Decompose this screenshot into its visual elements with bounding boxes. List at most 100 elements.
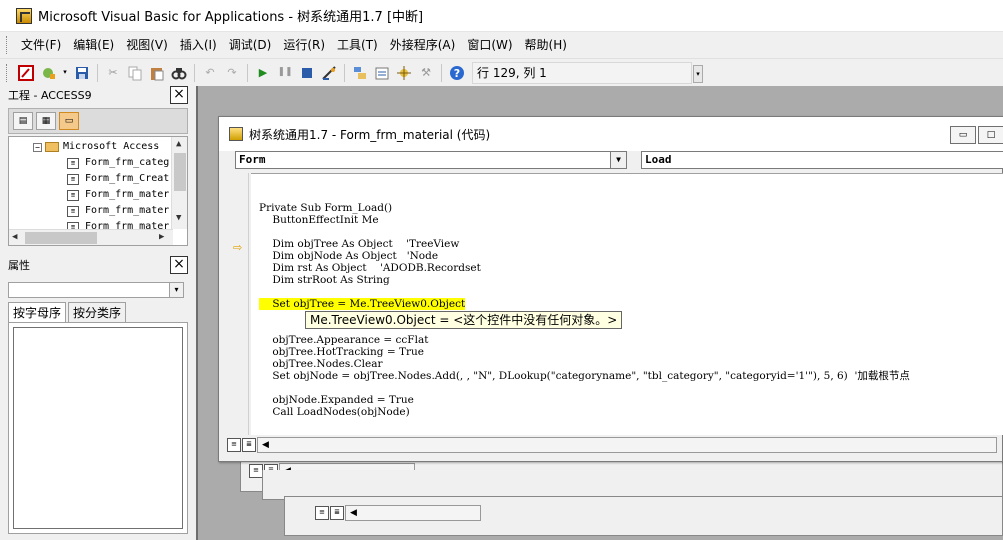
code-line[interactable]: Set objNode = objTree.Nodes.Add(, , "N",…: [259, 370, 910, 382]
paste-icon[interactable]: [148, 64, 166, 82]
svg-text:?: ?: [454, 67, 460, 80]
current-statement-line[interactable]: Set objTree = Me.TreeView0.Object: [259, 298, 466, 310]
code-window-title-bar[interactable]: 树系统通用1.7 - Form_frm_material (代码) ▭ □: [219, 117, 1003, 151]
toolbar-separator: [97, 63, 98, 82]
breakpoint-margin[interactable]: [227, 173, 249, 435]
object-combo-value: Form: [239, 153, 266, 166]
object-browser-icon[interactable]: [395, 64, 413, 82]
toolbar-grip[interactable]: [6, 63, 9, 82]
code-window-bottom-bar: ≡ ≣ ◀: [227, 435, 1003, 455]
project-explorer-icon[interactable]: [351, 64, 369, 82]
code-line[interactable]: objTree.HotTracking = True: [259, 346, 424, 358]
code-line[interactable]: objNode.Expanded = True: [259, 394, 414, 406]
code-window[interactable]: 树系统通用1.7 - Form_frm_material (代码) ▭ □ Fo…: [218, 116, 1003, 462]
find-icon[interactable]: [170, 64, 188, 82]
menu-file[interactable]: 文件(F): [15, 34, 67, 56]
break-icon[interactable]: ❚❚: [276, 64, 294, 82]
scroll-thumb[interactable]: [174, 153, 186, 191]
design-mode-icon[interactable]: [320, 64, 338, 82]
menu-view[interactable]: 视图(V): [120, 34, 174, 56]
properties-panel-header: 属性 ×: [8, 256, 188, 274]
tree-item[interactable]: ≡ Form_frm_mater: [67, 187, 169, 203]
redo-icon[interactable]: ↷: [223, 64, 241, 82]
procedure-view-icon[interactable]: ≡: [227, 438, 241, 452]
tree-root-label: Microsoft Access: [63, 141, 160, 152]
code-line[interactable]: objTree.Appearance = ccFlat: [259, 334, 428, 346]
project-panel-close-button[interactable]: ×: [170, 86, 188, 104]
toolbar-separator: [194, 63, 195, 82]
save-icon[interactable]: [73, 64, 91, 82]
undo-icon[interactable]: ↶: [201, 64, 219, 82]
view-access-icon[interactable]: [17, 64, 35, 82]
chevron-down-icon[interactable]: ▾: [169, 283, 183, 297]
tree-item-label: Form_frm_mater: [85, 205, 170, 216]
properties-panel-close-button[interactable]: ×: [170, 256, 188, 274]
insert-module-icon[interactable]: [39, 64, 57, 82]
horizontal-scrollbar[interactable]: ◀: [257, 437, 997, 453]
full-module-view-icon[interactable]: ≣: [242, 438, 256, 452]
form-module-icon: ≡: [67, 205, 79, 217]
code-editor[interactable]: Private Sub Form_Load() ButtonEffectInit…: [251, 173, 1003, 435]
project-tree-hscroll[interactable]: ◀ ▶: [9, 229, 173, 245]
collapse-icon[interactable]: −: [33, 142, 42, 152]
execution-pointer-icon: ⇨: [233, 241, 243, 254]
menu-tools[interactable]: 工具(T): [331, 34, 384, 56]
procedure-view-icon[interactable]: ≡: [315, 506, 329, 520]
toolbar-options-icon[interactable]: ▾: [693, 64, 703, 83]
tree-item[interactable]: ≡ Form_frm_Creat: [67, 171, 169, 187]
menubar-grip[interactable]: [6, 36, 9, 54]
tree-item[interactable]: ≡ Form_frm_categ: [67, 155, 169, 171]
menu-edit[interactable]: 编辑(E): [67, 34, 120, 56]
view-code-icon[interactable]: ▤: [13, 112, 33, 130]
scroll-left-icon[interactable]: ◀: [345, 505, 481, 521]
toggle-folders-icon[interactable]: ▭: [59, 112, 79, 130]
maximize-button[interactable]: □: [978, 126, 1003, 144]
scroll-left-icon[interactable]: ◀: [12, 232, 17, 242]
scroll-thumb[interactable]: [25, 232, 97, 244]
chevron-down-icon[interactable]: ▼: [610, 152, 626, 168]
project-tree-vscroll[interactable]: ▲ ▼: [171, 137, 187, 229]
code-line[interactable]: ButtonEffectInit Me: [259, 214, 378, 226]
menu-insert[interactable]: 插入(I): [174, 34, 223, 56]
properties-object-select[interactable]: ▾: [8, 282, 184, 298]
code-line[interactable]: Dim objTree As Object 'TreeView: [259, 238, 459, 250]
menu-run[interactable]: 运行(R): [277, 34, 331, 56]
scroll-right-icon[interactable]: ▶: [159, 232, 164, 242]
toolbox-icon[interactable]: ⚒: [417, 64, 435, 82]
scroll-up-icon[interactable]: ▲: [176, 139, 181, 149]
full-module-view-icon[interactable]: ≣: [330, 506, 344, 520]
code-line[interactable]: Call LoadNodes(objNode): [259, 406, 409, 418]
code-line[interactable]: Dim objNode As Object 'Node: [259, 250, 438, 262]
code-line[interactable]: objTree.Nodes.Clear: [259, 358, 382, 370]
procedure-combo[interactable]: Load: [641, 151, 1003, 169]
help-icon[interactable]: ?: [448, 64, 466, 82]
scroll-down-icon[interactable]: ▼: [176, 213, 181, 223]
view-object-icon[interactable]: ▦: [36, 112, 56, 130]
procedure-combo-value: Load: [645, 153, 672, 166]
menu-debug[interactable]: 调试(D): [223, 34, 278, 56]
tab-categorized[interactable]: 按分类序: [68, 302, 127, 322]
menu-addins[interactable]: 外接程序(A): [384, 34, 462, 56]
code-line[interactable]: Dim rst As Object 'ADODB.Recordset: [259, 262, 480, 274]
project-tree: − Microsoft Access ≡ Form_frm_categ ≡ Fo…: [8, 136, 188, 246]
menu-help[interactable]: 帮助(H): [519, 34, 573, 56]
background-code-window[interactable]: ≡ ≣ ◀: [284, 496, 1003, 536]
toolbar-separator: [441, 63, 442, 82]
cut-icon[interactable]: ✂: [104, 64, 122, 82]
tree-item[interactable]: ≡ Form_frm_mater: [67, 203, 169, 219]
tab-alphabetic[interactable]: 按字母序: [8, 302, 67, 322]
code-line[interactable]: Dim strRoot As String: [259, 274, 389, 286]
reset-icon[interactable]: [298, 64, 316, 82]
menu-window[interactable]: 窗口(W): [461, 34, 518, 56]
copy-icon[interactable]: [126, 64, 144, 82]
window-view-buttons: ≡ ≣ ◀: [227, 437, 997, 453]
dropdown-arrow-icon[interactable]: ▾: [61, 64, 69, 82]
tree-root-node[interactable]: − Microsoft Access: [33, 139, 159, 155]
minimize-button[interactable]: ▭: [950, 126, 976, 144]
properties-icon[interactable]: [373, 64, 391, 82]
procedure-view-icon[interactable]: ≡: [249, 464, 263, 478]
object-combo[interactable]: Form ▼: [235, 151, 627, 169]
code-line[interactable]: Private Sub Form_Load(): [259, 202, 392, 214]
run-icon[interactable]: ▶: [254, 64, 272, 82]
title-bar: Microsoft Visual Basic for Applications …: [0, 0, 1003, 32]
